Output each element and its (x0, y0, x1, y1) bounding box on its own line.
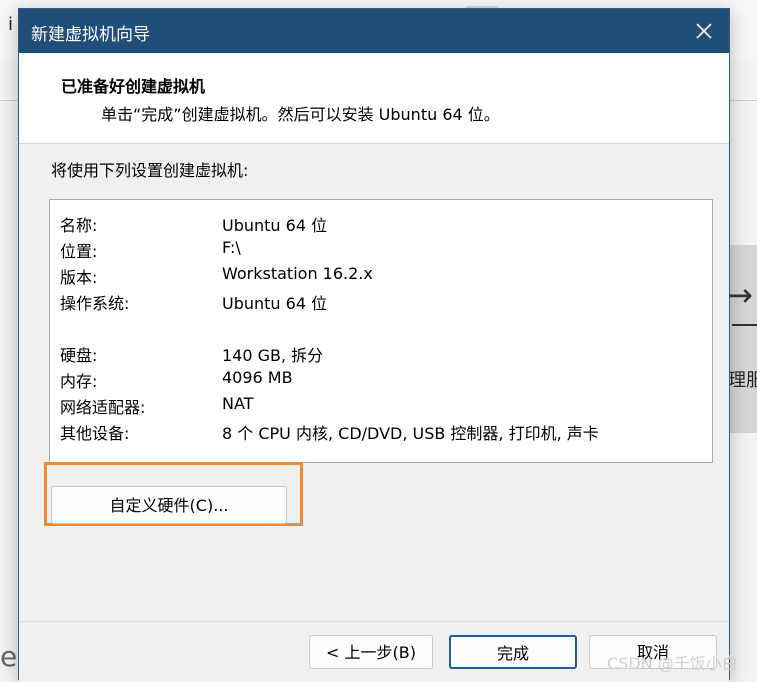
arrow-right-icon: → (726, 276, 753, 314)
summary-key: 其他设备: (60, 424, 130, 443)
new-vm-wizard-dialog: 新建虚拟机向导 已准备好创建虚拟机 单击“完成”创建虚拟机。然后可以安装 Ubu… (18, 8, 730, 682)
background-right-text: 理服 (728, 370, 757, 391)
summary-value: 4096 MB (222, 368, 293, 387)
summary-value: Ubuntu 64 位 (222, 216, 328, 235)
summary-key: 版本: (60, 268, 98, 287)
summary-key: 硬盘: (60, 346, 98, 365)
summary-value: F:\ (222, 238, 241, 257)
dialog-title: 新建虚拟机向导 (31, 25, 150, 45)
summary-key: 操作系统: (60, 294, 130, 313)
close-icon[interactable] (691, 18, 717, 44)
finish-button[interactable]: 完成 (449, 635, 577, 669)
summary-key: 位置: (60, 242, 98, 261)
summary-key: 网络适配器: (60, 398, 146, 417)
summary-value: NAT (222, 394, 254, 413)
header-subtitle: 单击“完成”创建虚拟机。然后可以安装 Ubuntu 64 位。 (101, 105, 500, 124)
settings-summary-box: 名称: Ubuntu 64 位 位置: F:\ 版本: Workstation … (49, 199, 713, 463)
summary-value: Workstation 16.2.x (222, 264, 373, 283)
dialog-titlebar[interactable]: 新建虚拟机向导 (19, 9, 729, 53)
customize-hardware-button[interactable]: 自定义硬件(C)... (51, 486, 287, 524)
back-button[interactable]: < 上一步(B) (309, 635, 433, 669)
summary-key: 内存: (60, 372, 98, 391)
background-left-text: e (0, 640, 18, 673)
summary-key: 名称: (60, 216, 98, 235)
summary-value: 140 GB, 拆分 (222, 346, 324, 365)
settings-intro-label: 将使用下列设置创建虚拟机: (51, 161, 249, 180)
background-top-text: i (8, 14, 14, 35)
background-right-panel (730, 245, 757, 433)
watermark-text: CSDN @千饭小白 (607, 654, 738, 673)
summary-value: 8 个 CPU 内核, CD/DVD, USB 控制器, 打印机, 声卡 (222, 424, 599, 443)
wizard-header: 已准备好创建虚拟机 单击“完成”创建虚拟机。然后可以安装 Ubuntu 64 位… (19, 53, 729, 144)
background-underline (732, 324, 757, 326)
summary-value: Ubuntu 64 位 (222, 294, 328, 313)
header-title: 已准备好创建虚拟机 (61, 77, 206, 96)
